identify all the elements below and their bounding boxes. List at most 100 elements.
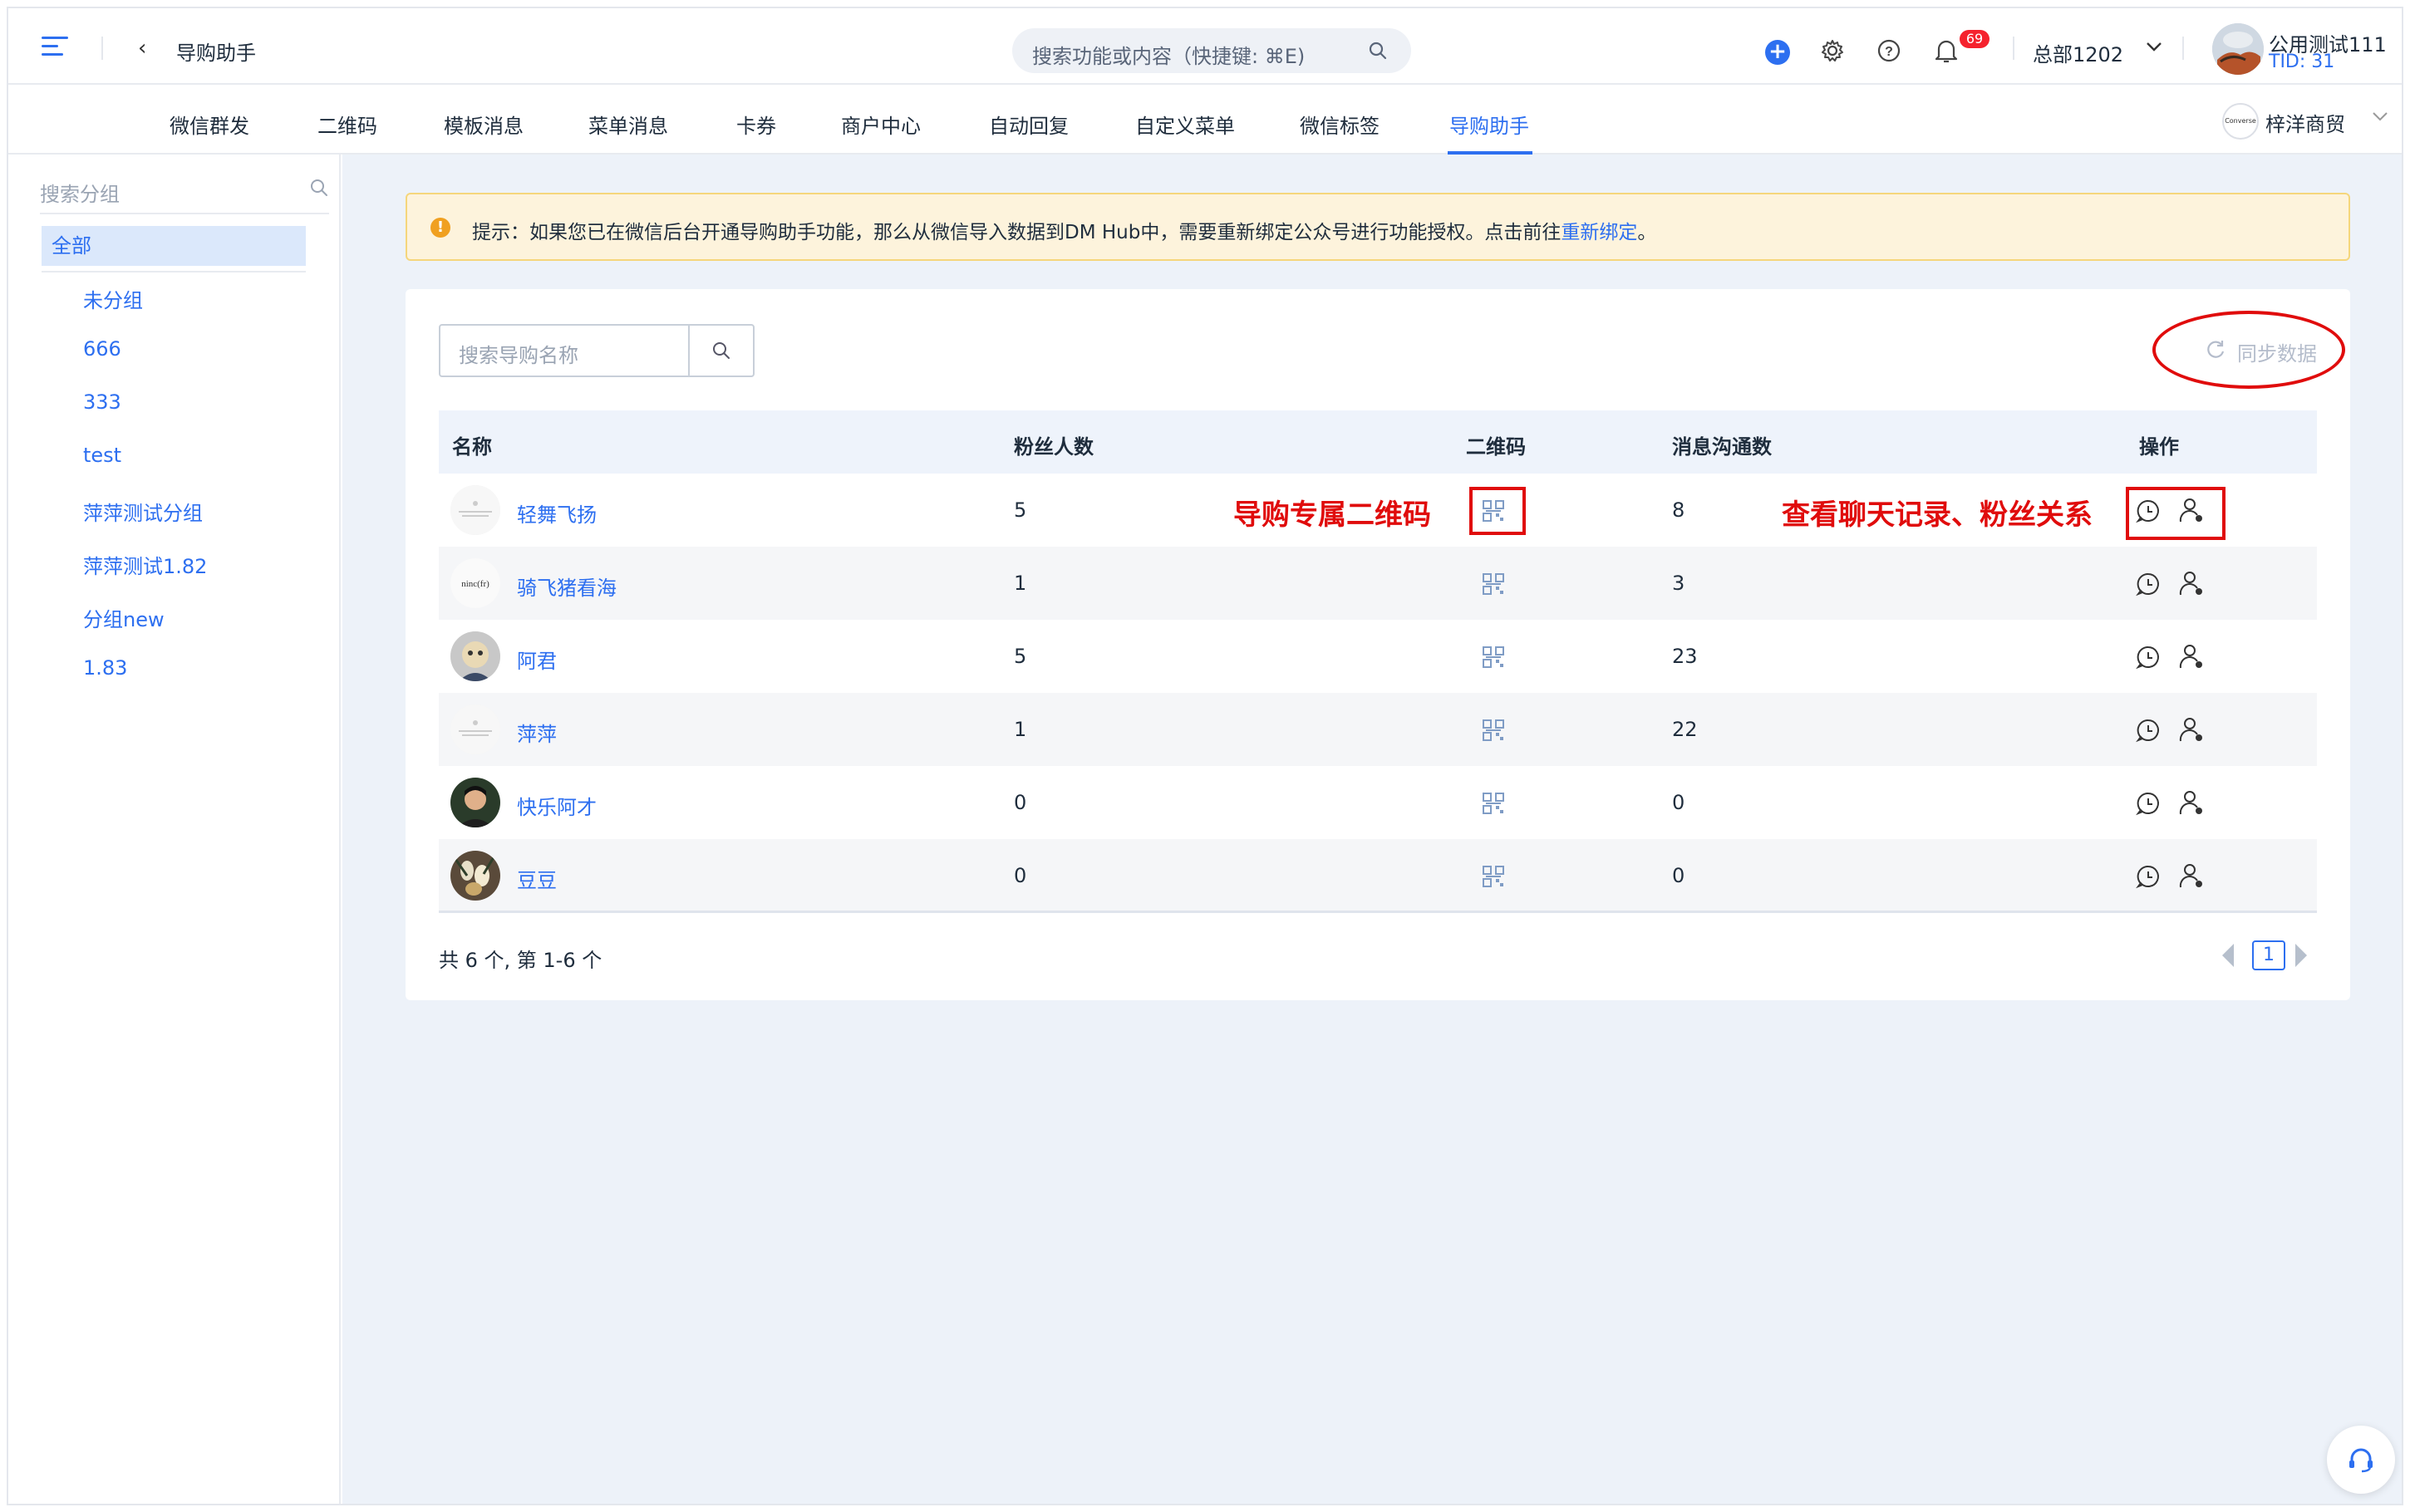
annotation-box-actions [2126,487,2226,540]
group-item[interactable]: 333 [83,390,121,414]
page-title: 导购助手 [176,42,256,65]
menu-icon[interactable] [42,37,68,56]
tab-bar: 微信群发 二维码 模板消息 菜单消息 卡券 商户中心 自动回复 自定义菜单 微信… [8,85,2402,155]
group-item[interactable]: 1.83 [83,656,127,680]
next-page-icon[interactable] [2295,944,2307,967]
tab-menu-message[interactable]: 菜单消息 [588,110,668,139]
column-header-actions: 操作 [2139,435,2179,459]
rebind-link[interactable]: 重新绑定 [1561,222,1637,243]
back-icon[interactable]: ‹ [138,37,146,59]
fans-count: 5 [1014,645,1027,668]
fan-relation-icon[interactable] [2179,570,2204,600]
annotation-ellipse [2152,311,2345,389]
fans-count: 5 [1014,498,1027,522]
divider [439,911,2317,913]
column-header-fans: 粉丝人数 [1014,435,1094,459]
group-search-placeholder: 搜索分组 [40,183,120,206]
chevron-down-icon[interactable] [2370,106,2390,131]
guide-search-input[interactable]: 搜索导购名称 [439,324,755,377]
headset-icon [2347,1446,2375,1477]
guide-name-link[interactable]: 阿君 [517,645,557,674]
guide-name-link[interactable]: 骑飞猪看海 [517,572,617,601]
avatar [450,704,500,754]
tab-wechat-mass-send[interactable]: 微信群发 [170,110,249,139]
fans-count: 1 [1014,572,1027,595]
avatar [450,851,500,901]
group-item[interactable]: test [83,444,121,467]
table-row: 豆豆 0 0 [439,839,2317,912]
fan-relation-icon[interactable] [2179,643,2204,673]
chat-history-icon[interactable] [2136,864,2161,892]
fans-count: 1 [1014,718,1027,741]
page-number-button[interactable]: 1 [2252,940,2285,970]
fan-relation-icon[interactable] [2179,862,2204,892]
notice-message: 提示：如果您已在微信后台开通导购助手功能，那么从微信导入数据到DM Hub中，需… [472,222,1562,243]
message-count: 3 [1672,572,1685,595]
global-search-input[interactable]: 搜索功能或内容（快捷键: ⌘E) [1012,28,1411,73]
avatar [450,485,500,535]
divider [40,213,329,214]
user-avatar[interactable] [2212,23,2264,75]
notice-banner: ! 提示：如果您已在微信后台开通导购助手功能，那么从微信导入数据到DM Hub中… [406,193,2350,261]
search-icon[interactable] [1368,41,1388,64]
group-search-input[interactable]: 搜索分组 [40,169,329,208]
gear-icon[interactable] [1820,38,1845,66]
divider [101,37,103,60]
annotation-box-qr [1469,487,1526,535]
chat-history-icon[interactable] [2136,718,2161,746]
group-item[interactable]: 666 [83,337,121,361]
qr-code-icon[interactable] [1483,573,1504,598]
chevron-down-icon[interactable] [2144,37,2164,61]
svg-text:?: ? [1885,45,1893,59]
help-icon[interactable]: ? [1876,38,1901,66]
global-search-placeholder: 搜索功能或内容（快捷键: ⌘E) [1032,45,1306,68]
org-selector[interactable]: 总部1202 [2033,38,2123,67]
prev-page-icon[interactable] [2222,944,2234,967]
chat-history-icon[interactable] [2136,572,2161,600]
fan-relation-icon[interactable] [2179,716,2204,746]
message-count: 22 [1672,718,1698,741]
tab-merchant-center[interactable]: 商户中心 [841,110,921,139]
group-item-all[interactable]: 全部 [42,226,306,266]
divider [2182,37,2184,60]
search-icon [711,341,731,364]
group-item[interactable]: 分组new [83,603,165,632]
message-count: 0 [1672,864,1685,887]
notice-end: 。 [1637,222,1657,243]
qr-code-icon[interactable] [1483,719,1504,744]
table-row: 阿君 5 23 [439,620,2317,693]
search-button[interactable] [688,326,753,376]
tab-shopping-guide[interactable]: 导购助手 [1449,110,1529,139]
fan-relation-icon[interactable] [2179,789,2204,819]
guide-name-link[interactable]: 豆豆 [517,864,557,893]
svg-text:ninc(fr): ninc(fr) [461,579,489,589]
tab-wechat-tags[interactable]: 微信标签 [1300,110,1380,139]
pagination-summary: 共 6 个, 第 1-6 个 [439,949,602,972]
table-row: ninc(fr) 骑飞猪看海 1 3 [439,547,2317,620]
merchant-selector[interactable]: 梓洋商贸 [2265,108,2345,137]
tab-custom-menu[interactable]: 自定义菜单 [1135,110,1235,139]
column-header-name: 名称 [452,435,492,459]
chat-history-icon[interactable] [2136,791,2161,819]
qr-code-icon[interactable] [1483,646,1504,671]
qr-code-icon[interactable] [1483,866,1504,891]
tab-auto-reply[interactable]: 自动回复 [989,110,1069,139]
guide-name-link[interactable]: 轻舞飞扬 [517,498,597,528]
avatar [450,778,500,827]
qr-code-icon[interactable] [1483,793,1504,817]
bell-icon[interactable] [1935,38,1958,66]
tab-template-message[interactable]: 模板消息 [444,110,524,139]
group-item[interactable]: 萍萍测试1.82 [83,550,207,579]
avatar [450,631,500,681]
top-bar: ‹ 导购助手 搜索功能或内容（快捷键: ⌘E) + ? 69 总部1202 公用… [8,8,2402,85]
group-item[interactable]: 未分组 [83,284,143,313]
support-button[interactable] [2327,1426,2395,1494]
guide-name-link[interactable]: 萍萍 [517,718,557,747]
group-item[interactable]: 萍萍测试分组 [83,497,203,526]
tab-qr-code[interactable]: 二维码 [317,110,377,139]
search-icon[interactable] [309,178,329,201]
guide-name-link[interactable]: 快乐阿才 [517,791,597,820]
chat-history-icon[interactable] [2136,645,2161,673]
add-icon[interactable]: + [1765,40,1790,65]
tab-coupons[interactable]: 卡券 [736,110,776,139]
